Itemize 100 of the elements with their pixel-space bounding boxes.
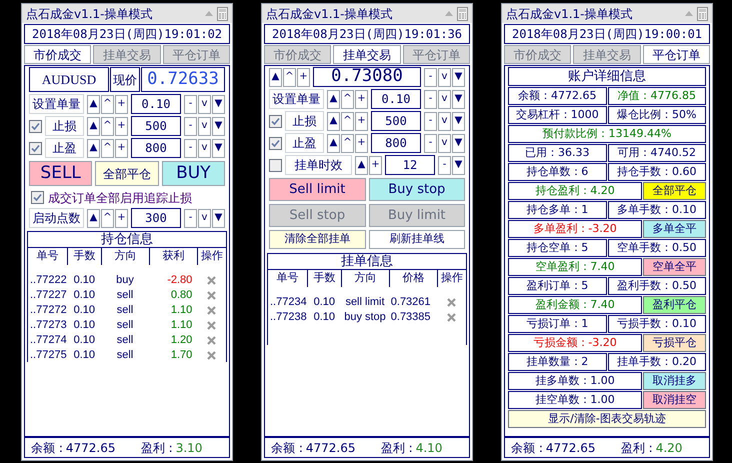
value-field[interactable]: 800 xyxy=(371,133,421,153)
action-button[interactable]: SELL xyxy=(29,161,92,186)
step-button[interactable]: - xyxy=(184,208,197,228)
close-icon[interactable] xyxy=(446,312,456,322)
action-button[interactable]: 取消挂多 xyxy=(643,372,706,390)
step-button[interactable]: + xyxy=(297,68,310,86)
action-button[interactable]: 取消挂空 xyxy=(643,391,706,409)
step-button[interactable]: v xyxy=(438,90,451,108)
action-button[interactable]: 盈利平仓 xyxy=(643,296,706,314)
step-button[interactable]: v xyxy=(438,134,451,152)
step-button[interactable]: ▲ xyxy=(327,134,340,152)
step-button[interactable]: ▼ xyxy=(452,90,465,108)
calculator-icon[interactable] xyxy=(697,6,708,20)
step-button[interactable]: - xyxy=(184,138,197,158)
checkbox[interactable] xyxy=(31,191,44,204)
step-button[interactable]: ▼ xyxy=(452,156,465,174)
close-icon[interactable] xyxy=(206,306,216,315)
collapse-icon[interactable] xyxy=(205,11,213,16)
step-button[interactable]: + xyxy=(115,94,128,114)
value-field[interactable]: 500 xyxy=(371,111,421,131)
step-button[interactable]: - xyxy=(438,156,451,174)
tab[interactable]: 挂单交易 xyxy=(333,45,401,64)
close-icon[interactable] xyxy=(206,336,216,345)
step-button[interactable]: + xyxy=(355,112,368,130)
value-field[interactable]: 0.73080 xyxy=(313,67,421,87)
value-field[interactable]: 0.10 xyxy=(371,89,421,109)
collapse-icon[interactable] xyxy=(685,11,693,16)
checkbox[interactable] xyxy=(269,158,282,172)
step-button[interactable]: - xyxy=(424,112,437,130)
action-button[interactable]: 亏损平仓 xyxy=(643,334,706,352)
step-button[interactable]: - xyxy=(424,90,437,108)
step-button[interactable]: ^ xyxy=(101,94,114,114)
step-button[interactable]: v xyxy=(438,68,451,86)
step-button[interactable]: ^ xyxy=(101,208,114,228)
action-button[interactable]: BUY xyxy=(162,161,225,186)
step-button[interactable]: ▼ xyxy=(212,116,225,136)
action-button[interactable]: 全部平仓 xyxy=(95,161,159,186)
value-field[interactable]: 12 xyxy=(385,155,435,175)
action-button[interactable]: Buy stop xyxy=(368,178,465,201)
step-button[interactable]: - xyxy=(184,94,197,114)
step-button[interactable]: + xyxy=(115,138,128,158)
step-button[interactable]: ▼ xyxy=(452,134,465,152)
close-icon[interactable] xyxy=(206,290,216,300)
calculator-icon[interactable] xyxy=(457,6,468,20)
step-button[interactable]: ▼ xyxy=(452,68,465,86)
step-button[interactable]: ▼ xyxy=(212,208,225,228)
step-button[interactable]: ▲ xyxy=(269,68,282,86)
step-button[interactable]: v xyxy=(438,112,451,130)
checkbox[interactable] xyxy=(29,120,42,132)
close-icon[interactable] xyxy=(446,298,456,307)
step-button[interactable]: ▲ xyxy=(87,116,100,136)
step-button[interactable]: ▼ xyxy=(452,112,465,130)
step-button[interactable]: ▼ xyxy=(212,94,225,114)
step-button[interactable]: ^ xyxy=(101,138,114,158)
step-button[interactable]: ▲ xyxy=(327,90,340,108)
step-button[interactable]: + xyxy=(115,208,128,228)
tab[interactable]: 市价成交 xyxy=(24,45,92,64)
step-button[interactable]: ^ xyxy=(341,134,354,152)
step-button[interactable]: + xyxy=(355,134,368,152)
step-button[interactable]: ^ xyxy=(341,112,354,130)
step-button[interactable]: + xyxy=(115,116,128,136)
step-button[interactable]: - xyxy=(184,116,197,136)
checkbox[interactable] xyxy=(269,114,282,128)
close-icon[interactable] xyxy=(206,276,216,285)
step-button[interactable]: v xyxy=(198,94,211,114)
step-button[interactable]: + xyxy=(355,90,368,108)
action-button[interactable]: 显示/清除-图表交易轨迹 xyxy=(508,410,706,428)
step-button[interactable]: ▲ xyxy=(327,112,340,130)
close-icon[interactable] xyxy=(206,350,216,360)
step-button[interactable]: v xyxy=(198,208,211,228)
collapse-icon[interactable] xyxy=(445,11,453,16)
step-button[interactable]: ▲ xyxy=(87,138,100,158)
step-button[interactable]: v xyxy=(198,116,211,136)
step-button[interactable]: ^ xyxy=(341,90,354,108)
step-button[interactable]: ^ xyxy=(101,116,114,136)
info-cell: 净值：4776.85 xyxy=(608,87,706,105)
action-button[interactable]: 清除全部挂单 xyxy=(269,230,366,249)
step-button[interactable]: - xyxy=(424,68,437,86)
checkbox[interactable] xyxy=(269,136,282,150)
action-button[interactable]: 多单全平 xyxy=(643,220,706,238)
action-button[interactable]: 刷新挂单线 xyxy=(368,230,465,249)
value-field[interactable]: 500 xyxy=(131,116,181,136)
step-button[interactable]: ▲ xyxy=(87,208,100,228)
tab[interactable]: 平仓订单 xyxy=(642,45,710,64)
step-button[interactable]: - xyxy=(424,134,437,152)
step-button[interactable]: + xyxy=(369,156,382,174)
step-button[interactable]: ▲ xyxy=(87,94,100,114)
calculator-icon[interactable] xyxy=(217,6,228,20)
value-field[interactable]: 0.10 xyxy=(131,94,181,114)
step-button[interactable]: ▼ xyxy=(212,138,225,158)
step-button[interactable]: ▲ xyxy=(355,156,368,174)
value-field[interactable]: 300 xyxy=(131,208,181,228)
action-button[interactable]: 空单全平 xyxy=(643,258,706,276)
step-button[interactable]: v xyxy=(198,138,211,158)
close-icon[interactable] xyxy=(206,320,216,330)
step-button[interactable]: ^ xyxy=(283,68,296,86)
checkbox[interactable] xyxy=(29,142,42,154)
action-button[interactable]: Sell limit xyxy=(269,178,366,201)
value-field[interactable]: 800 xyxy=(131,138,181,158)
action-button[interactable]: 全部平仓 xyxy=(643,182,706,200)
